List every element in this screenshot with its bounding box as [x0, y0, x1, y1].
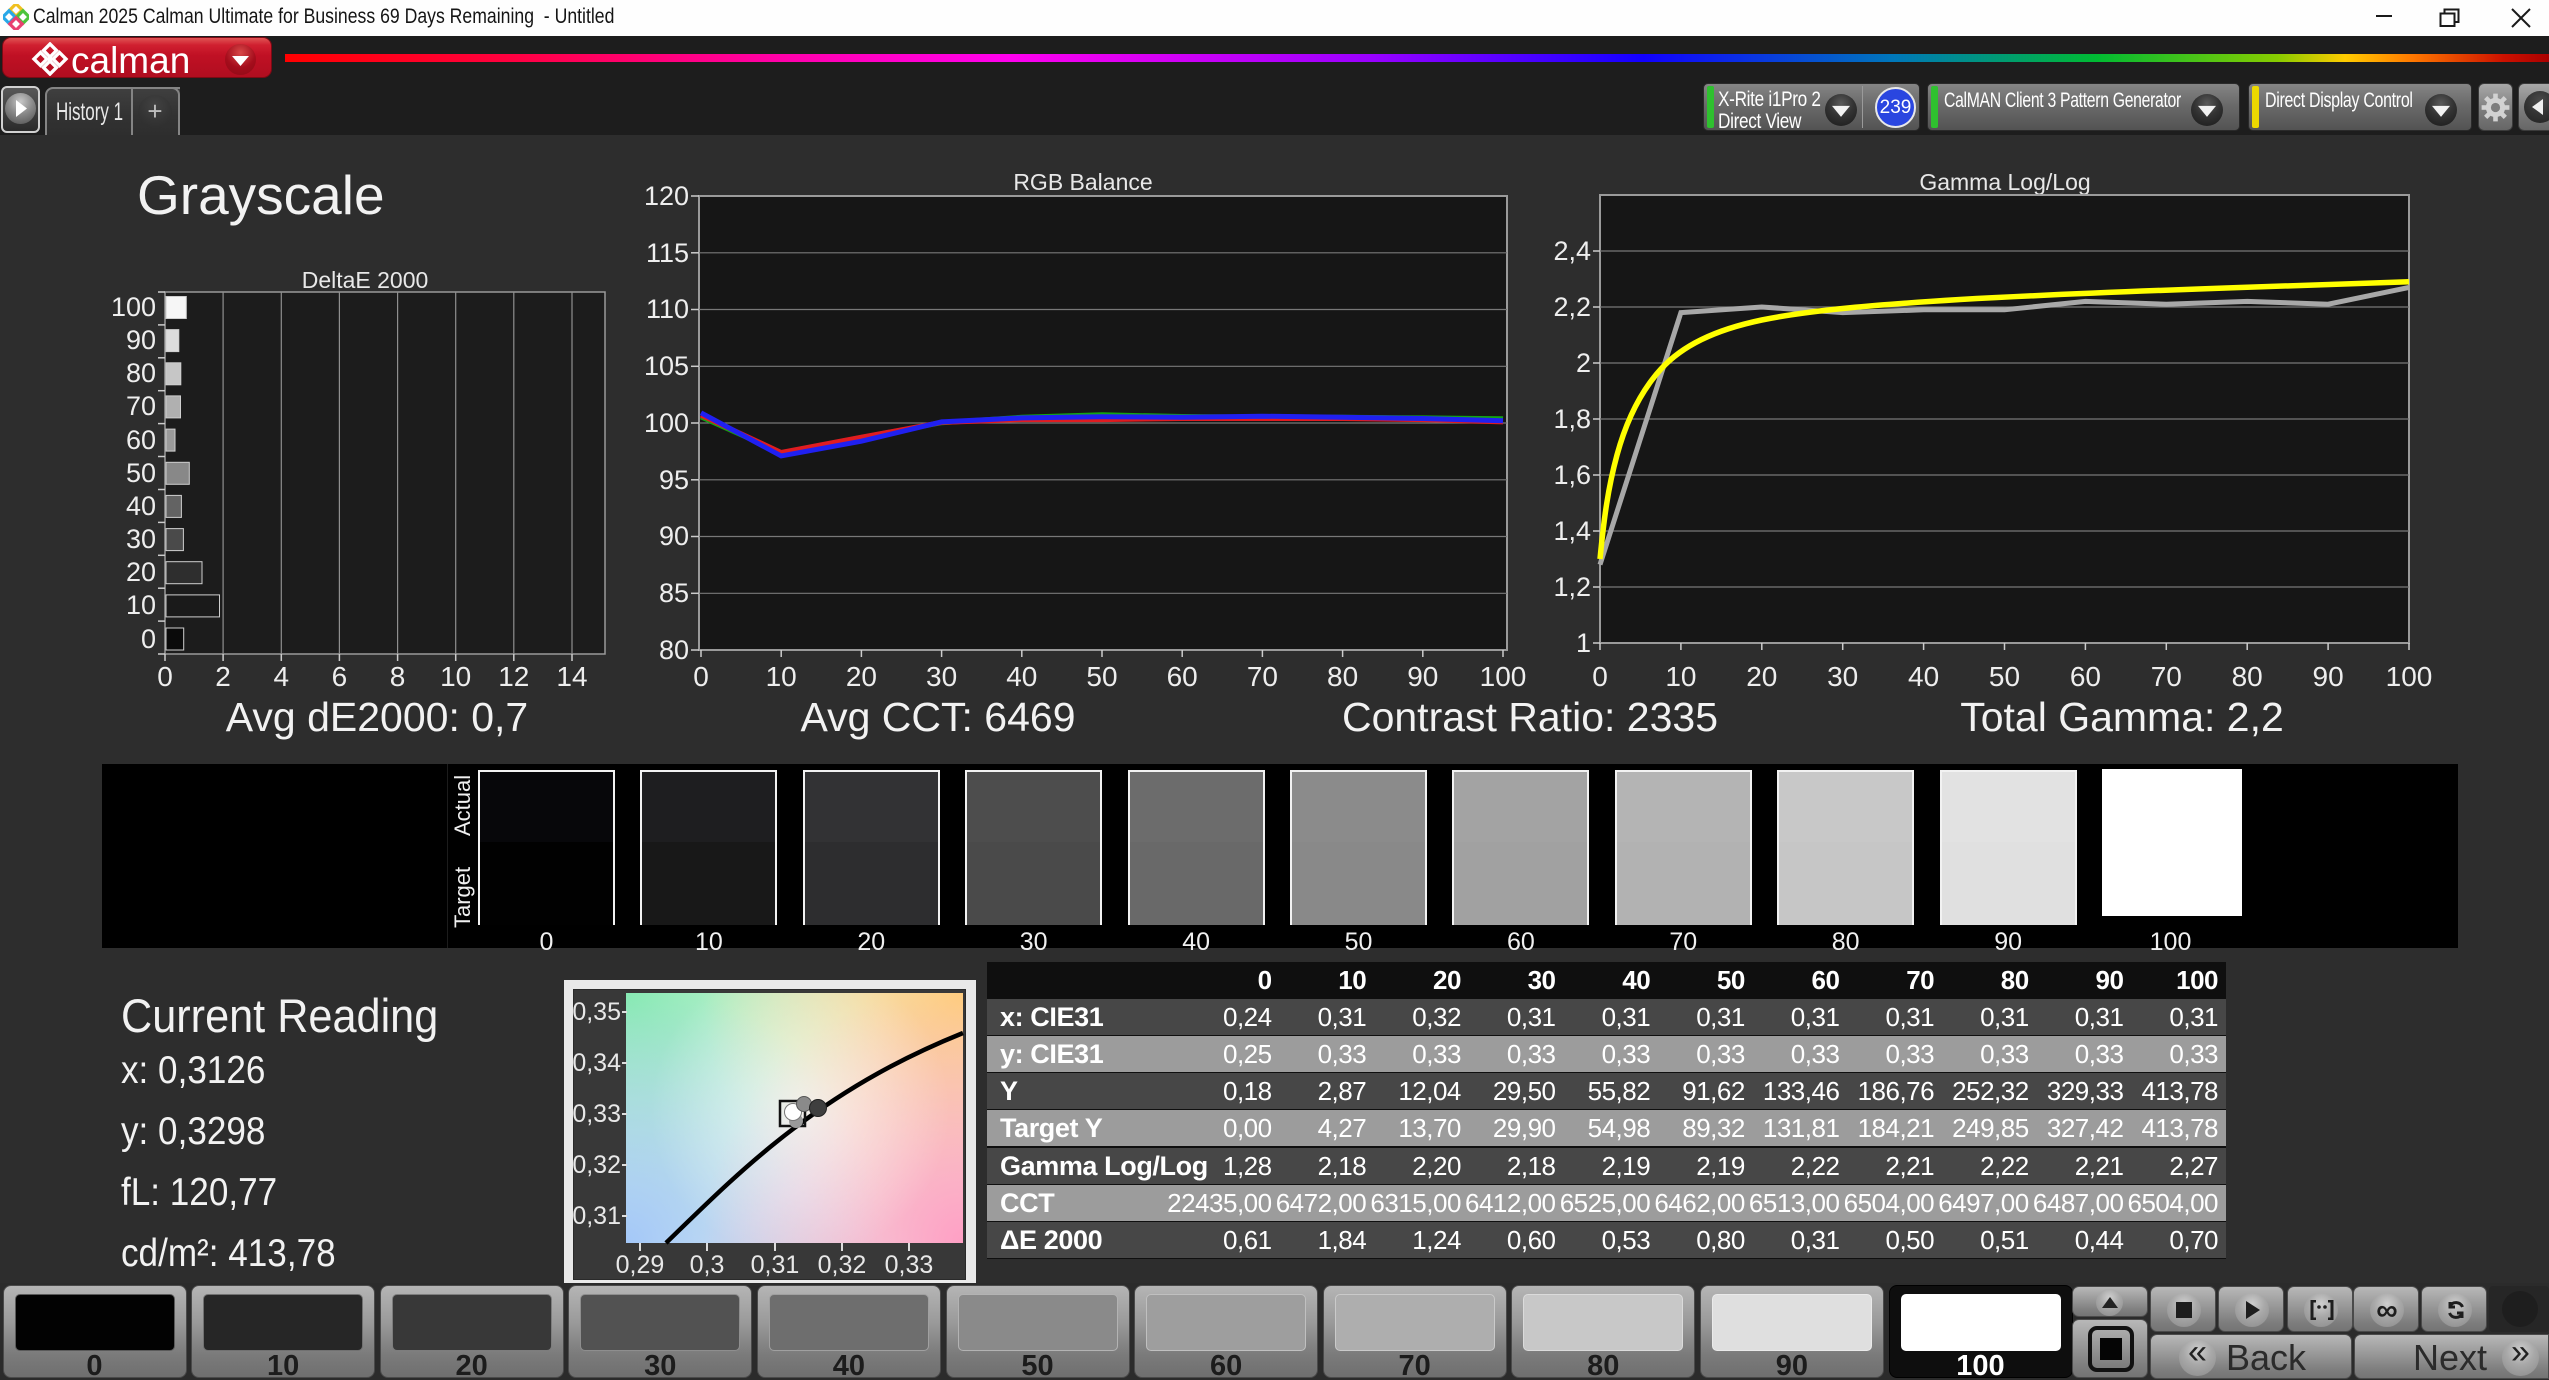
svg-text:70: 70	[2151, 661, 2182, 692]
svg-text:70: 70	[1247, 661, 1278, 692]
svg-text:110: 110	[646, 294, 689, 324]
svg-text:0,35: 0,35	[572, 998, 621, 1026]
svg-text:2,2: 2,2	[1553, 292, 1591, 322]
svg-text:8: 8	[390, 661, 406, 692]
svg-text:6: 6	[332, 661, 348, 692]
svg-text:60: 60	[1167, 661, 1198, 692]
svg-text:Avg CCT: 6469: Avg CCT: 6469	[800, 694, 1075, 740]
svg-text:10: 10	[1665, 661, 1696, 692]
svg-text:85: 85	[659, 578, 689, 608]
svg-text:50: 50	[1086, 661, 1117, 692]
svg-text:10: 10	[440, 661, 471, 692]
svg-text:40: 40	[1908, 661, 1939, 692]
svg-text:60: 60	[126, 425, 156, 455]
svg-text:90: 90	[2313, 661, 2344, 692]
svg-text:Contrast Ratio: 2335: Contrast Ratio: 2335	[1342, 694, 1718, 740]
svg-text:1,4: 1,4	[1553, 516, 1591, 546]
svg-text:20: 20	[126, 557, 156, 587]
svg-text:Gamma Log/Log: Gamma Log/Log	[1919, 169, 2090, 195]
svg-text:1,6: 1,6	[1553, 460, 1591, 490]
svg-text:115: 115	[646, 238, 689, 268]
svg-text:40: 40	[1006, 661, 1037, 692]
svg-text:0,32: 0,32	[818, 1251, 867, 1279]
svg-text:0,31: 0,31	[751, 1251, 800, 1279]
svg-text:14: 14	[556, 661, 587, 692]
svg-text:80: 80	[2232, 661, 2263, 692]
svg-text:80: 80	[1327, 661, 1358, 692]
svg-text:100: 100	[1480, 661, 1527, 692]
svg-text:40: 40	[126, 491, 156, 521]
svg-text:120: 120	[644, 181, 689, 211]
svg-text:105: 105	[644, 351, 689, 381]
svg-text:100: 100	[111, 292, 156, 322]
svg-text:95: 95	[659, 465, 689, 495]
svg-text:1,8: 1,8	[1553, 404, 1591, 434]
svg-text:80: 80	[659, 635, 689, 665]
svg-text:20: 20	[846, 661, 877, 692]
svg-text:Total Gamma: 2,2: Total Gamma: 2,2	[1960, 694, 2284, 740]
svg-text:0: 0	[693, 661, 709, 692]
svg-text:0: 0	[1592, 661, 1608, 692]
svg-text:0,3: 0,3	[690, 1251, 725, 1279]
svg-text:20: 20	[1746, 661, 1777, 692]
svg-text:10: 10	[126, 590, 156, 620]
svg-text:50: 50	[1989, 661, 2020, 692]
svg-text:50: 50	[126, 458, 156, 488]
svg-text:0,34: 0,34	[572, 1049, 621, 1077]
svg-text:80: 80	[126, 358, 156, 388]
svg-text:0: 0	[157, 661, 173, 692]
svg-text:2: 2	[1576, 348, 1591, 378]
svg-text:30: 30	[926, 661, 957, 692]
svg-text:90: 90	[126, 325, 156, 355]
svg-text:1,2: 1,2	[1553, 572, 1591, 602]
svg-text:2,4: 2,4	[1553, 236, 1591, 266]
svg-text:0,33: 0,33	[572, 1100, 621, 1128]
svg-text:1: 1	[1576, 628, 1591, 658]
svg-text:0,31: 0,31	[572, 1202, 621, 1230]
svg-text:4: 4	[274, 661, 290, 692]
svg-text:Avg dE2000: 0,7: Avg dE2000: 0,7	[226, 694, 528, 740]
svg-text:100: 100	[644, 408, 689, 438]
svg-text:30: 30	[1827, 661, 1858, 692]
svg-text:DeltaE 2000: DeltaE 2000	[302, 267, 429, 293]
svg-text:12: 12	[498, 661, 529, 692]
svg-text:90: 90	[1407, 661, 1438, 692]
svg-text:0,29: 0,29	[616, 1251, 665, 1279]
svg-text:2: 2	[215, 661, 231, 692]
svg-text:0: 0	[141, 624, 156, 654]
svg-text:30: 30	[126, 524, 156, 554]
svg-text:90: 90	[659, 521, 689, 551]
svg-text:0,32: 0,32	[572, 1151, 621, 1179]
svg-text:60: 60	[2070, 661, 2101, 692]
svg-text:0,33: 0,33	[885, 1251, 934, 1279]
svg-text:RGB Balance: RGB Balance	[1013, 169, 1152, 195]
svg-text:100: 100	[2386, 661, 2433, 692]
svg-text:10: 10	[766, 661, 797, 692]
svg-text:70: 70	[126, 391, 156, 421]
